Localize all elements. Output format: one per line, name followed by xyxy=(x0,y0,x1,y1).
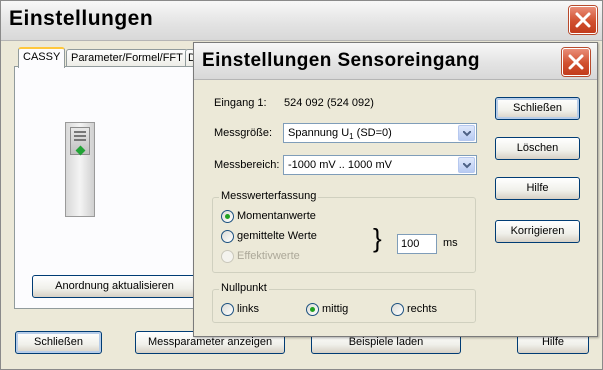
title-bar: Einstellungen xyxy=(1,1,602,41)
sensor-led-icon xyxy=(75,145,86,156)
range-select[interactable]: -1000 mV .. 1000 mV xyxy=(283,155,477,175)
sensor-head xyxy=(70,127,90,156)
zero-left-label: links xyxy=(237,303,260,315)
delete-button[interactable]: Löschen xyxy=(495,137,580,160)
window-title: Einstellungen xyxy=(9,7,154,30)
radio-zero-center[interactable] xyxy=(306,303,319,316)
brace: } xyxy=(373,223,382,253)
tab-cassy[interactable]: CASSY xyxy=(18,47,66,68)
dialog-close-text-button[interactable]: Schließen xyxy=(495,97,580,120)
radio-zero-right[interactable] xyxy=(391,303,404,316)
radio-zero-left[interactable] xyxy=(221,303,234,316)
zero-point-group: Nullpunkt links mittig rechts xyxy=(212,282,476,323)
quantity-select[interactable]: Spannung U1 (SD=0) xyxy=(283,123,477,143)
dialog-title-bar: Einstellungen Sensoreingang xyxy=(194,43,597,80)
close-icon xyxy=(568,54,584,70)
main-close-button[interactable]: Schließen xyxy=(15,331,102,354)
radio-instant-values[interactable] xyxy=(221,210,234,223)
close-icon xyxy=(575,12,591,28)
input-value: 524 092 (524 092) xyxy=(284,97,374,109)
range-value: -1000 mV .. 1000 mV xyxy=(288,159,392,171)
averaged-values-label: gemittelte Werte xyxy=(237,230,317,242)
sensor-device-icon[interactable] xyxy=(65,122,95,217)
instant-values-label: Momentanwerte xyxy=(237,210,316,222)
dialog-title: Einstellungen Sensoreingang xyxy=(202,50,480,71)
zero-center-label: mittig xyxy=(322,303,349,315)
quantity-value: Spannung U1 (SD=0) xyxy=(288,127,392,142)
averaging-time-input[interactable]: 100 xyxy=(397,234,437,254)
quantity-label: Messgröße: xyxy=(214,127,273,139)
radio-averaged-values[interactable] xyxy=(221,230,234,243)
chevron-down-icon[interactable] xyxy=(458,157,475,173)
dialog-help-button[interactable]: Hilfe xyxy=(495,177,580,200)
averaging-time-unit: ms xyxy=(443,237,458,249)
range-label: Messbereich: xyxy=(214,159,280,171)
update-arrangement-button[interactable]: Anordnung aktualisieren xyxy=(32,275,197,298)
rms-values-label: Effektivwerte xyxy=(237,250,300,262)
zero-point-legend: Nullpunkt xyxy=(219,282,269,294)
sensor-input-dialog: Einstellungen Sensoreingang Eingang 1: 5… xyxy=(193,42,598,337)
acquisition-legend: Messwerterfassung xyxy=(219,190,319,202)
correct-button[interactable]: Korrigieren xyxy=(495,220,580,243)
tab-panel xyxy=(14,66,199,309)
input-label: Eingang 1: xyxy=(214,97,267,109)
zero-right-label: rechts xyxy=(407,303,437,315)
dialog-close-button[interactable] xyxy=(562,48,590,76)
acquisition-group: Messwerterfassung Momentanwerte gemittel… xyxy=(212,190,476,273)
radio-rms-values xyxy=(221,250,234,263)
window-close-button[interactable] xyxy=(569,6,597,34)
chevron-down-icon[interactable] xyxy=(458,125,475,141)
